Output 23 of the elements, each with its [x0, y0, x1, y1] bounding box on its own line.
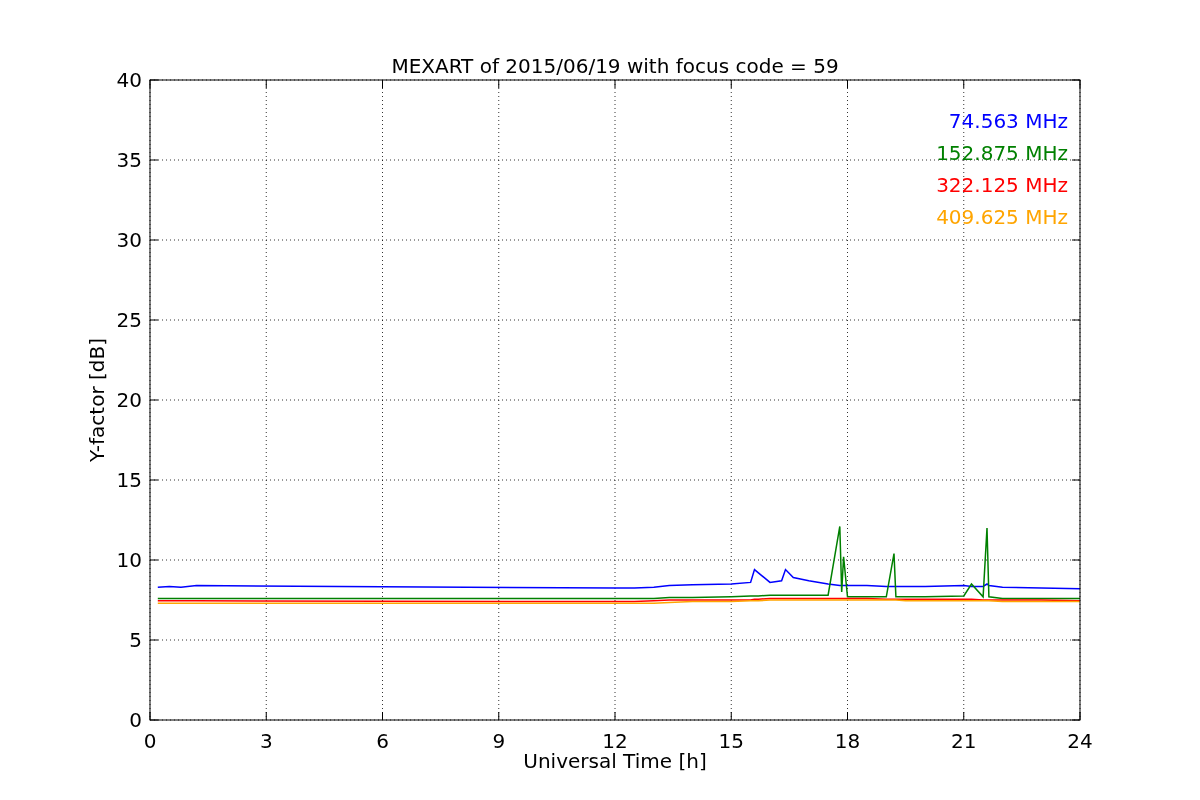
- tick-label: 18: [834, 729, 861, 753]
- tick-label: 3: [259, 729, 273, 753]
- tick-label: 40: [116, 68, 142, 92]
- tick-label: 15: [718, 729, 744, 753]
- chart-title: MEXART of 2015/06/19 with focus code = 59: [391, 54, 839, 78]
- tick-label: 0: [129, 708, 142, 732]
- legend-label: 152.875 MHz: [936, 141, 1068, 165]
- tick-label: 10: [116, 548, 142, 572]
- tick-label: 9: [492, 729, 506, 753]
- y-axis-label: Y-factor [dB]: [85, 338, 109, 462]
- legend-label: 322.125 MHz: [936, 173, 1068, 197]
- tick-label: 21: [951, 729, 977, 753]
- tick-label: 35: [116, 148, 142, 172]
- tick-label: 30: [116, 228, 142, 252]
- tick-label: 15: [116, 468, 142, 492]
- tick-label: 0: [143, 729, 157, 753]
- tick-label: 24: [1067, 729, 1093, 753]
- tick-label: 20: [116, 388, 142, 412]
- legend-label: 74.563 MHz: [948, 109, 1068, 133]
- tick-label: 25: [116, 308, 142, 332]
- tick-label: 5: [129, 628, 142, 652]
- tick-label: 6: [376, 729, 389, 753]
- legend-label: 409.625 MHz: [936, 205, 1068, 229]
